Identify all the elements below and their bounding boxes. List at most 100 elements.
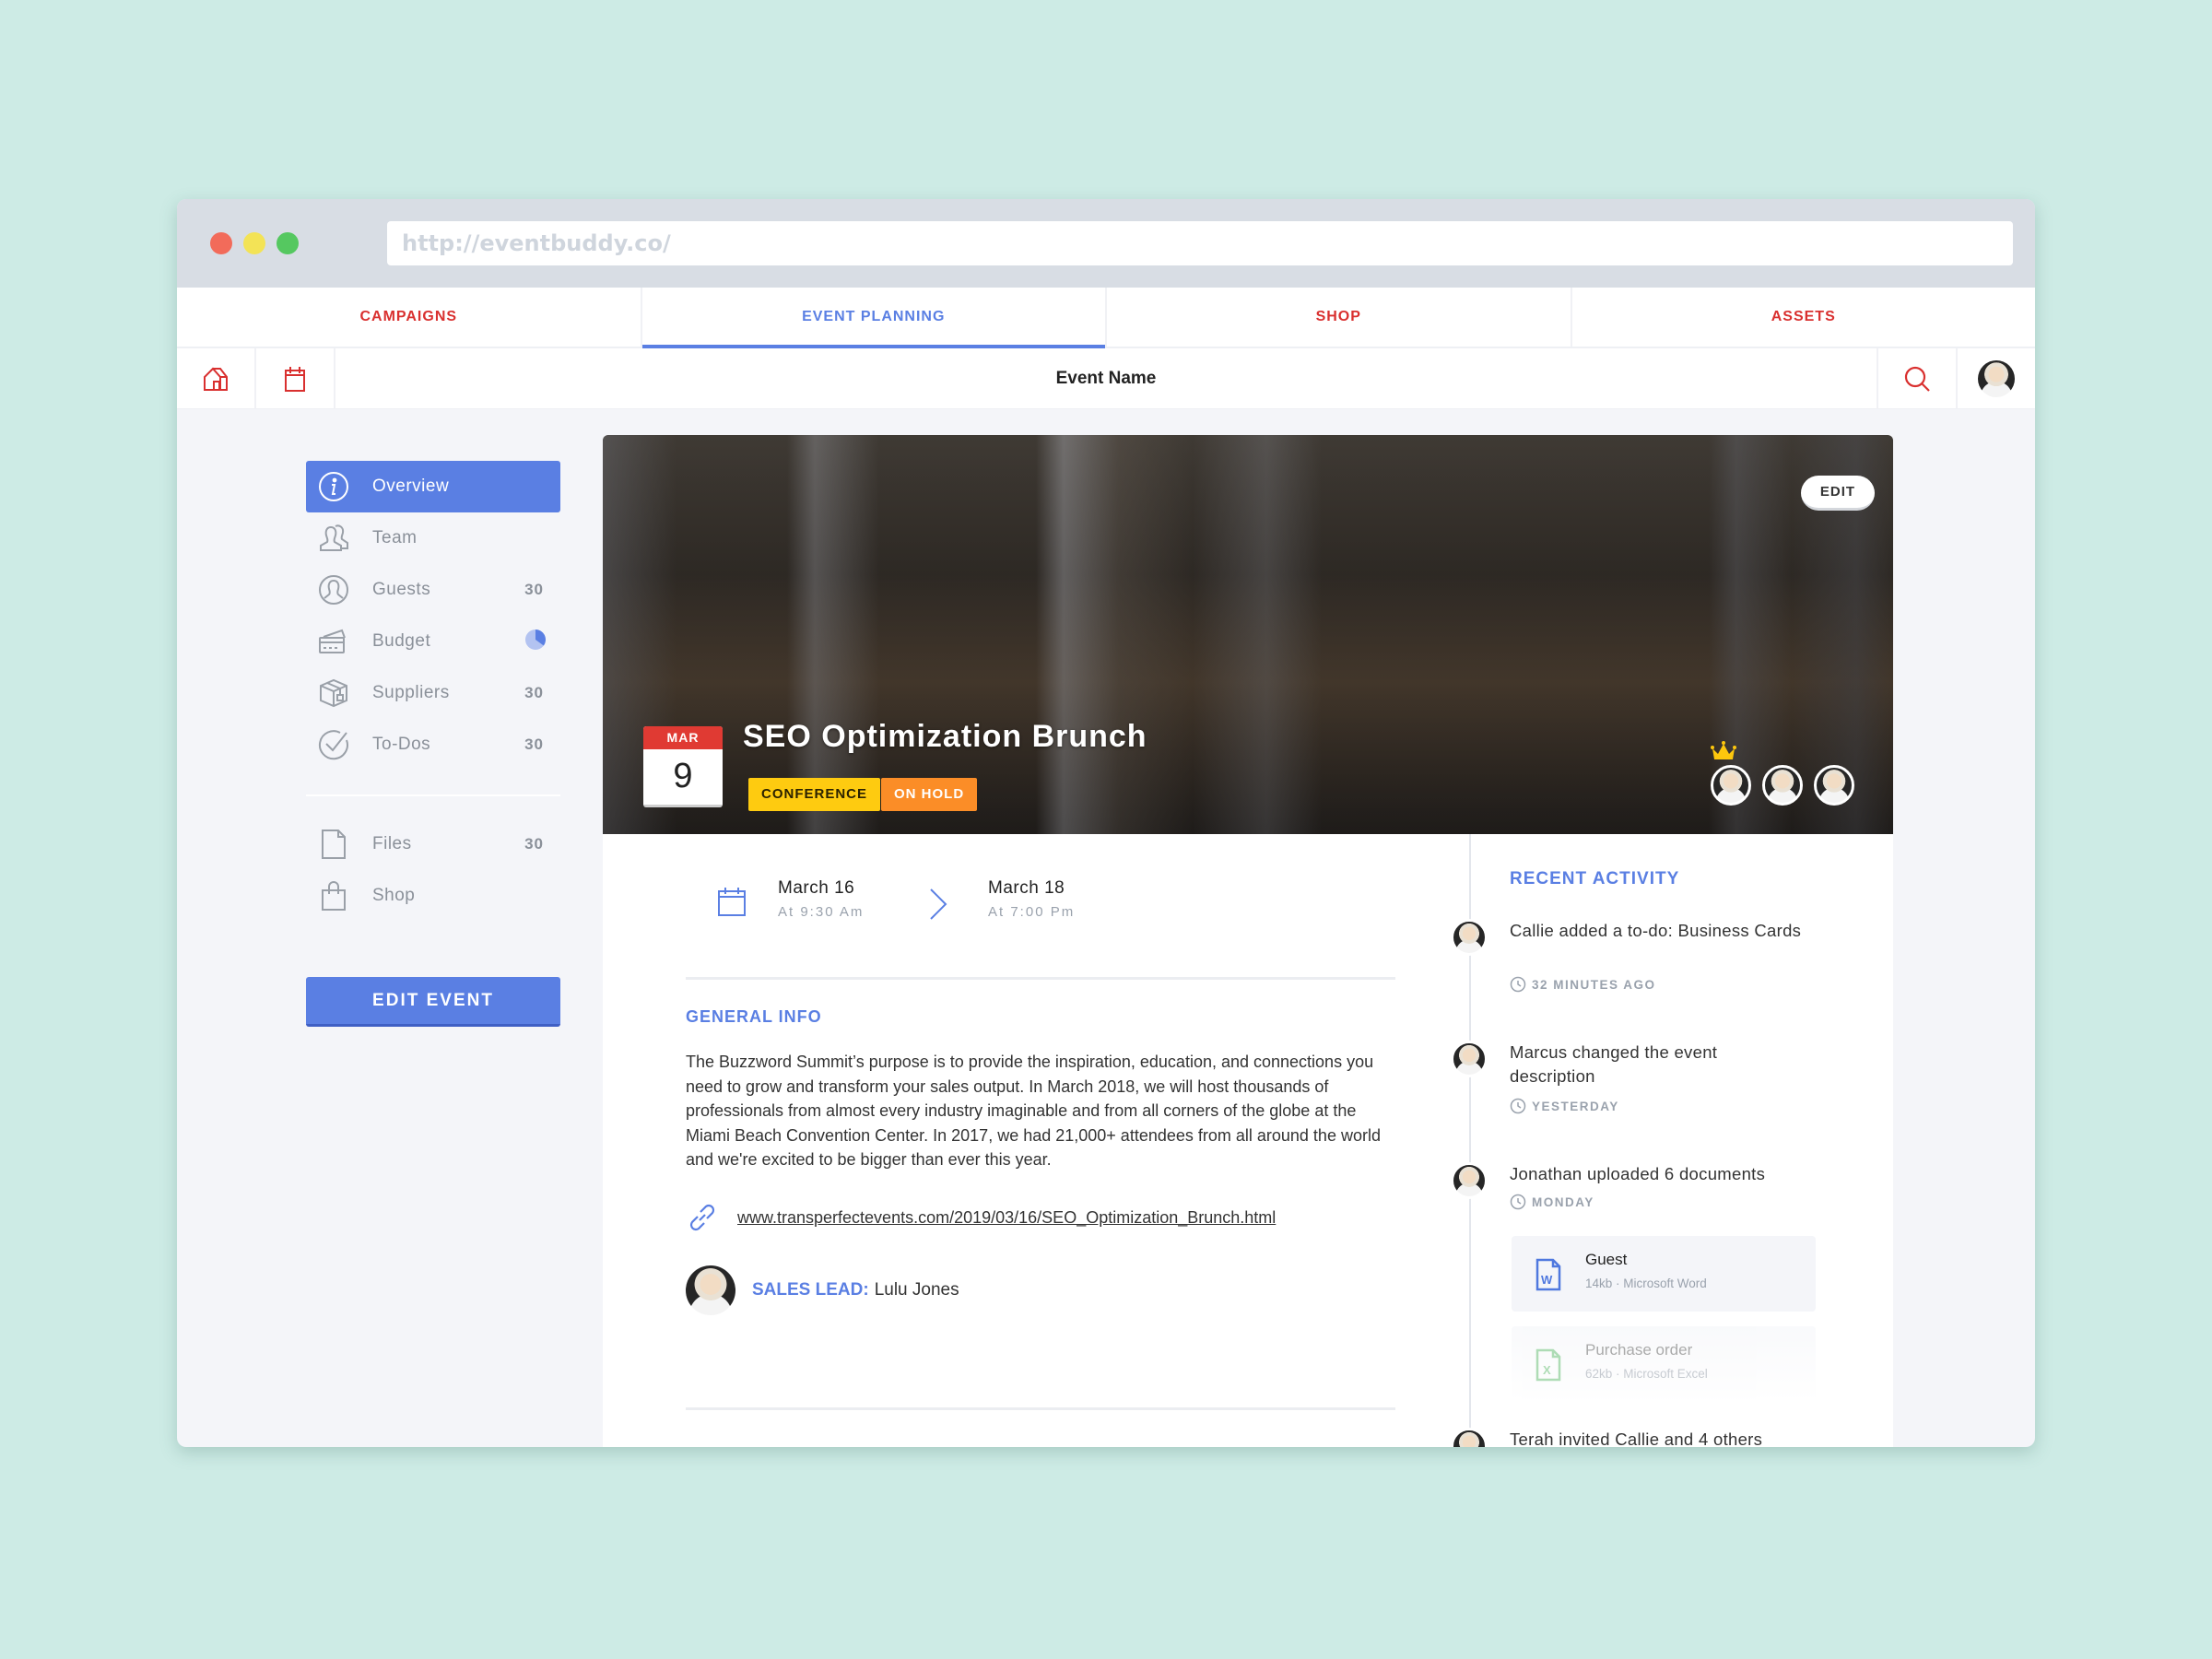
minimize-window-button[interactable] xyxy=(243,232,265,254)
clock-icon xyxy=(1510,976,1526,993)
file-name: Guest xyxy=(1585,1251,1628,1268)
file-card-word[interactable]: W Guest 14kb · Microsoft Word xyxy=(1512,1236,1816,1312)
location-heading: LOCATION xyxy=(686,1444,779,1447)
activity-text: Callie added a to-do: Business Cards xyxy=(1510,921,1802,940)
activity-time-text: MONDAY xyxy=(1532,1194,1594,1209)
file-meta: 14kb · Microsoft Word xyxy=(1585,1277,1707,1290)
edit-cover-button[interactable]: EDIT xyxy=(1801,476,1875,511)
event-website-link[interactable]: www.transperfectevents.com/2019/03/16/SE… xyxy=(737,1208,1276,1228)
word-file-icon: W xyxy=(1535,1258,1561,1291)
end-date: March 18 At 7:00 Pm xyxy=(988,878,1075,920)
calendar-icon xyxy=(718,888,746,916)
sidebar-item-label: Overview xyxy=(372,477,450,496)
event-cover-image: EDIT MAR 9 SEO Optimization Brunch CONFE… xyxy=(603,435,1893,834)
guests-count: 30 xyxy=(524,581,544,598)
sidebar-item-label: Budget xyxy=(372,631,431,651)
sales-lead-name[interactable]: Lulu Jones xyxy=(875,1280,959,1300)
shopping-bag-icon xyxy=(322,881,346,911)
clock-icon xyxy=(1510,1194,1526,1210)
activity-time-text: YESTERDAY xyxy=(1532,1099,1619,1113)
tab-assets[interactable]: ASSETS xyxy=(1572,288,2036,347)
files-count: 30 xyxy=(524,835,544,853)
sidebar-item-suppliers[interactable]: Suppliers 30 xyxy=(306,667,560,719)
recent-activity-panel: RECENT ACTIVITY Callie added a to-do: Bu… xyxy=(1451,834,1893,1447)
budget-progress-pie xyxy=(525,629,547,654)
sales-lead-avatar xyxy=(686,1265,735,1315)
sidebar-item-label: To-Dos xyxy=(372,735,431,754)
sidebar-item-todos[interactable]: To-Dos 30 xyxy=(306,719,560,771)
todos-count: 30 xyxy=(524,735,544,753)
svg-text:W: W xyxy=(1541,1273,1553,1287)
event-title: SEO Optimization Brunch xyxy=(743,719,1147,754)
start-date-text: March 16 xyxy=(778,878,855,898)
sidebar-item-shop[interactable]: Shop xyxy=(306,870,560,922)
general-info-heading: GENERAL INFO xyxy=(686,1007,822,1026)
activity-time: 32 MINUTES AGO xyxy=(1510,976,1656,993)
info-icon xyxy=(319,472,348,501)
guests-icon xyxy=(319,575,348,605)
tag-conference: CONFERENCE xyxy=(748,778,881,811)
event-description: The Buzzword Summit’s purpose is to prov… xyxy=(686,1053,1381,1169)
user-menu-button[interactable] xyxy=(1956,348,2035,409)
address-bar[interactable]: http://eventbuddy.co/ xyxy=(387,221,2013,265)
sales-lead-label: SALES LEAD: xyxy=(752,1280,869,1300)
team-member-avatar[interactable] xyxy=(1814,765,1854,806)
chevron-right-icon xyxy=(930,888,947,920)
box-icon xyxy=(320,678,347,708)
crown-icon xyxy=(1711,741,1736,759)
activity-avatar xyxy=(1451,1041,1488,1077)
event-card: EDIT MAR 9 SEO Optimization Brunch CONFE… xyxy=(603,435,1893,1447)
sidebar-item-guests[interactable]: Guests 30 xyxy=(306,564,560,616)
activity-avatar xyxy=(1451,1162,1488,1199)
sidebar-item-label: Shop xyxy=(372,886,416,905)
maximize-window-button[interactable] xyxy=(276,232,299,254)
file-icon xyxy=(322,830,346,859)
search-icon xyxy=(1904,366,1930,392)
date-badge-month: MAR xyxy=(643,726,723,749)
close-window-button[interactable] xyxy=(210,232,232,254)
divider xyxy=(686,977,1395,980)
team-avatars xyxy=(1711,765,1854,806)
tab-shop[interactable]: SHOP xyxy=(1107,288,1572,347)
search-button[interactable] xyxy=(1877,348,1956,409)
excel-file-icon: X xyxy=(1535,1348,1561,1382)
sales-lead: SALES LEAD: Lulu Jones xyxy=(686,1265,959,1315)
edit-event-button[interactable]: EDIT EVENT xyxy=(306,977,560,1027)
event-link-row: www.transperfectevents.com/2019/03/16/SE… xyxy=(686,1201,1276,1234)
home-button[interactable] xyxy=(177,348,256,409)
team-member-avatar[interactable] xyxy=(1762,765,1803,806)
sidebar-item-files[interactable]: Files 30 xyxy=(306,818,560,870)
team-member-avatar[interactable] xyxy=(1711,765,1751,806)
clock-icon xyxy=(1510,1098,1526,1114)
sidebar-item-overview[interactable]: Overview xyxy=(306,461,560,512)
sidebar-item-label: Suppliers xyxy=(372,683,450,702)
start-time-text: At 9:30 Am xyxy=(778,904,865,920)
event-date-range: March 16 At 9:30 Am March 18 At 7:00 Pm xyxy=(717,878,1178,934)
team-icon xyxy=(320,524,348,551)
activity-text: Marcus changed the event description xyxy=(1510,1042,1718,1086)
event-name-title: Event Name xyxy=(1055,369,1157,388)
end-date-text: March 18 xyxy=(988,878,1065,898)
link-icon xyxy=(689,1204,715,1231)
tab-event-planning[interactable]: EVENT PLANNING xyxy=(641,288,1107,348)
file-card-excel[interactable]: X Purchase order 62kb · Microsoft Excel xyxy=(1512,1326,1816,1402)
sidebar-item-team[interactable]: Team xyxy=(306,512,560,564)
activity-avatar xyxy=(1451,1428,1488,1447)
end-time-text: At 7:00 Pm xyxy=(988,904,1076,920)
calendar-icon xyxy=(285,367,305,392)
activity-text: Terah invited Callie and 4 others xyxy=(1510,1430,1763,1447)
divider xyxy=(686,1407,1395,1410)
sub-header: Event Name xyxy=(177,348,2035,409)
browser-chrome: http://eventbuddy.co/ xyxy=(177,199,2035,288)
sidebar-item-budget[interactable]: Budget xyxy=(306,616,560,667)
calendar-button[interactable] xyxy=(256,348,335,409)
sidebar-item-label: Team xyxy=(372,528,418,547)
home-icon xyxy=(204,367,228,391)
sidebar-divider xyxy=(306,794,560,796)
tab-campaigns[interactable]: CAMPAIGNS xyxy=(177,288,642,347)
date-badge-day: 9 xyxy=(673,757,693,795)
start-date: March 16 At 9:30 Am xyxy=(778,878,864,920)
main-nav: CAMPAIGNS EVENT PLANNING SHOP ASSETS xyxy=(177,288,2035,348)
sidebar-item-label: Files xyxy=(372,834,412,853)
activity-avatar xyxy=(1451,919,1488,956)
